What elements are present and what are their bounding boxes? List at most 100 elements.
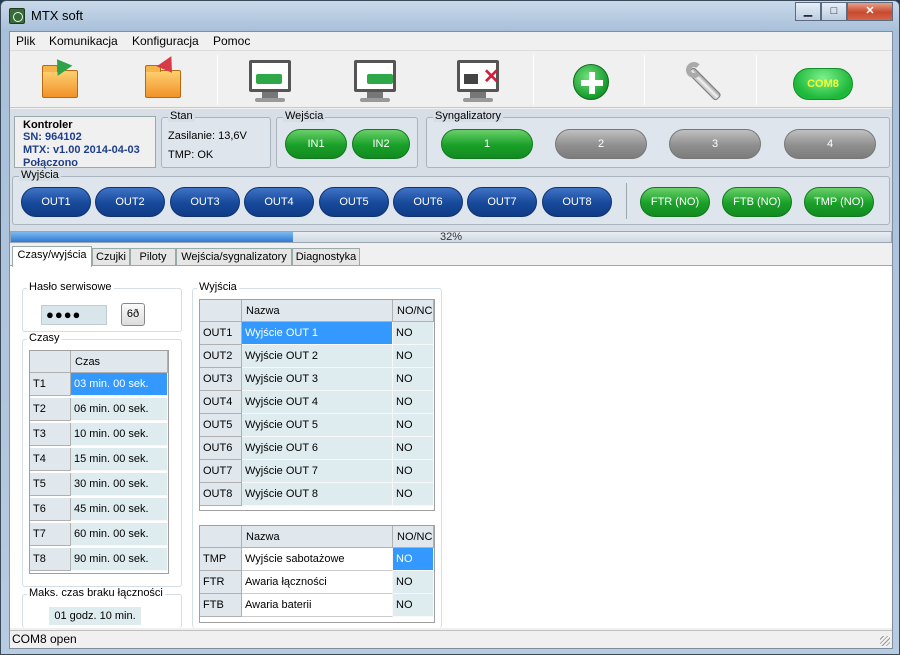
wyjscia-row-id: OUT3 <box>200 368 242 391</box>
wyjscia-row-mode[interactable]: NO <box>393 437 434 460</box>
toolbar-separator <box>644 55 645 105</box>
menu-pomoc[interactable]: Pomoc <box>213 34 250 48</box>
output-out6[interactable]: OUT6 <box>393 187 463 217</box>
wrench-icon <box>684 62 722 102</box>
tab-page: Hasło serwisowe ●●●● 6ð Czasy Czas T1 03 … <box>10 265 892 628</box>
wyjscia-row-mode[interactable]: NO <box>393 391 434 414</box>
controller-box: Kontroler SN: 964102 MTX: v1.00 2014-04-… <box>14 116 156 169</box>
disconnect-button[interactable]: ✕ <box>443 54 513 106</box>
input-in2[interactable]: IN2 <box>352 129 410 159</box>
output-out1[interactable]: OUT1 <box>21 187 91 217</box>
wyjscia-row-name[interactable]: Wyjście OUT 4 <box>242 391 393 414</box>
czasy-row-id: T2 <box>30 398 71 421</box>
wyjscia-row-id: OUT8 <box>200 483 242 506</box>
controller-version: MTX: v1.00 2014-04-03 <box>23 144 140 156</box>
czasy-row-value[interactable]: 10 min. 00 sek. <box>71 423 168 446</box>
output-out4[interactable]: OUT4 <box>244 187 314 217</box>
input-in1[interactable]: IN1 <box>285 129 347 159</box>
status-text: COM8 open <box>12 632 77 646</box>
com-port-button[interactable]: COM8 <box>787 54 857 106</box>
wyjscia-row-name[interactable]: Wyjście OUT 7 <box>242 460 393 483</box>
wyjscia-row-id: OUT7 <box>200 460 242 483</box>
alarm-row-name[interactable]: Awaria baterii <box>242 594 393 617</box>
output-out5[interactable]: OUT5 <box>319 187 389 217</box>
add-button[interactable] <box>555 54 625 106</box>
wyjscia-table-group: Wyjścia Nazwa NO/NC OUT1 Wyjście OUT 1 NO O… <box>192 281 442 628</box>
tab-piloty[interactable]: Piloty <box>130 248 176 266</box>
output-out3[interactable]: OUT3 <box>170 187 240 217</box>
alarm-row-name[interactable]: Awaria łączności <box>242 571 393 594</box>
wyjscia-row-mode[interactable]: NO <box>393 483 434 506</box>
czasy-row-value[interactable]: 30 min. 00 sek. <box>71 473 168 496</box>
password-field[interactable]: ●●●● <box>41 305 107 325</box>
write-to-device-button[interactable] <box>340 54 410 106</box>
resize-grip[interactable] <box>880 636 890 646</box>
wyjscia-row-mode[interactable]: NO <box>393 368 434 391</box>
maximize-button[interactable]: □ <box>821 2 847 21</box>
show-password-button[interactable]: 6ð <box>121 303 145 326</box>
fault-ftr[interactable]: FTR (NO) <box>640 187 710 217</box>
settings-button[interactable] <box>664 54 734 106</box>
tab-czujki[interactable]: Czujki <box>92 248 130 266</box>
menu-komunikacja[interactable]: Komunikacja <box>49 34 118 48</box>
tab-wejscia-sygnalizatory[interactable]: Wejścia/sygnalizatory <box>176 248 292 266</box>
output-out7[interactable]: OUT7 <box>467 187 537 217</box>
wyjscia-row-name[interactable]: Wyjście OUT 1 <box>242 322 393 345</box>
czasy-row-value[interactable]: 15 min. 00 sek. <box>71 448 168 471</box>
stan-label: Stan <box>168 110 195 122</box>
progress-text: 32% <box>439 231 463 243</box>
save-file-button[interactable] <box>125 54 195 106</box>
open-file-button[interactable] <box>22 54 92 106</box>
czasy-row-value[interactable]: 03 min. 00 sek. <box>71 373 168 396</box>
minimize-button[interactable]: ▁ <box>795 2 821 21</box>
zasilanie-text: Zasilanie: 13,6V <box>168 130 247 142</box>
fault-ftb[interactable]: FTB (NO) <box>722 187 792 217</box>
menu-konfiguracja[interactable]: Konfiguracja <box>132 34 199 48</box>
wyjscia-row-mode[interactable]: NO <box>393 322 434 345</box>
wyjscia-corner <box>200 300 242 322</box>
wyjscia-row-name[interactable]: Wyjście OUT 6 <box>242 437 393 460</box>
signaler-2[interactable]: 2 <box>555 129 647 159</box>
signaler-1[interactable]: 1 <box>441 129 533 159</box>
czasy-row-value[interactable]: 06 min. 00 sek. <box>71 398 168 421</box>
alarm-row-name[interactable]: Wyjście sabotażowe <box>242 548 393 571</box>
alarm-row-mode[interactable]: NO <box>393 571 434 594</box>
title-bar: MTX soft ▁ □ ✕ <box>1 1 899 31</box>
wyjscia-row-name[interactable]: Wyjście OUT 2 <box>242 345 393 368</box>
menu-plik[interactable]: Plik <box>16 34 35 48</box>
czasy-row-value[interactable]: 45 min. 00 sek. <box>71 498 168 521</box>
plus-icon <box>573 64 609 100</box>
signaler-3[interactable]: 3 <box>669 129 761 159</box>
alarm-row-mode[interactable]: NO <box>393 548 434 571</box>
read-from-device-button[interactable] <box>235 54 305 106</box>
wyjscia-row-name[interactable]: Wyjście OUT 5 <box>242 414 393 437</box>
alarm-header-nazwa: Nazwa <box>242 526 393 548</box>
output-out2[interactable]: OUT2 <box>95 187 165 217</box>
haslo-label: Hasło serwisowe <box>27 281 114 293</box>
wyjscia-row-name[interactable]: Wyjście OUT 3 <box>242 368 393 391</box>
wyjscia-row-mode[interactable]: NO <box>393 414 434 437</box>
menu-bar: Plik Komunikacja Konfiguracja Pomoc <box>10 32 892 51</box>
close-button[interactable]: ✕ <box>847 2 893 21</box>
czasy-row-id: T7 <box>30 523 71 546</box>
czasy-row-id: T3 <box>30 423 71 446</box>
tab-diagnostyka[interactable]: Diagnostyka <box>292 248 360 266</box>
czasy-row-value[interactable]: 60 min. 00 sek. <box>71 523 168 546</box>
monitor-read-icon <box>249 60 291 92</box>
wyjscia-row-name[interactable]: Wyjście OUT 8 <box>242 483 393 506</box>
syngalizatory-label: Syngalizatory <box>433 110 504 122</box>
maks-field[interactable]: 01 godz. 10 min. <box>49 607 141 625</box>
alarm-row-mode[interactable]: NO <box>393 594 434 617</box>
com-port-label: COM8 <box>793 68 853 100</box>
output-out8[interactable]: OUT8 <box>542 187 612 217</box>
wyjscia-row-mode[interactable]: NO <box>393 460 434 483</box>
tab-czasy-wyjscia[interactable]: Czasy/wyjścia <box>12 246 92 267</box>
signaler-4[interactable]: 4 <box>784 129 876 159</box>
alarm-table: Nazwa NO/NC TMP Wyjście sabotażowe NO FTR Aw… <box>199 525 435 623</box>
controller-sn: SN: 964102 <box>23 131 82 143</box>
wyjscia-table-label: Wyjścia <box>197 281 239 293</box>
fault-tmp[interactable]: TMP (NO) <box>804 187 874 217</box>
czasy-row-value[interactable]: 90 min. 00 sek. <box>71 548 168 571</box>
wyjscia-row-mode[interactable]: NO <box>393 345 434 368</box>
alarm-row-id: TMP <box>200 548 242 571</box>
